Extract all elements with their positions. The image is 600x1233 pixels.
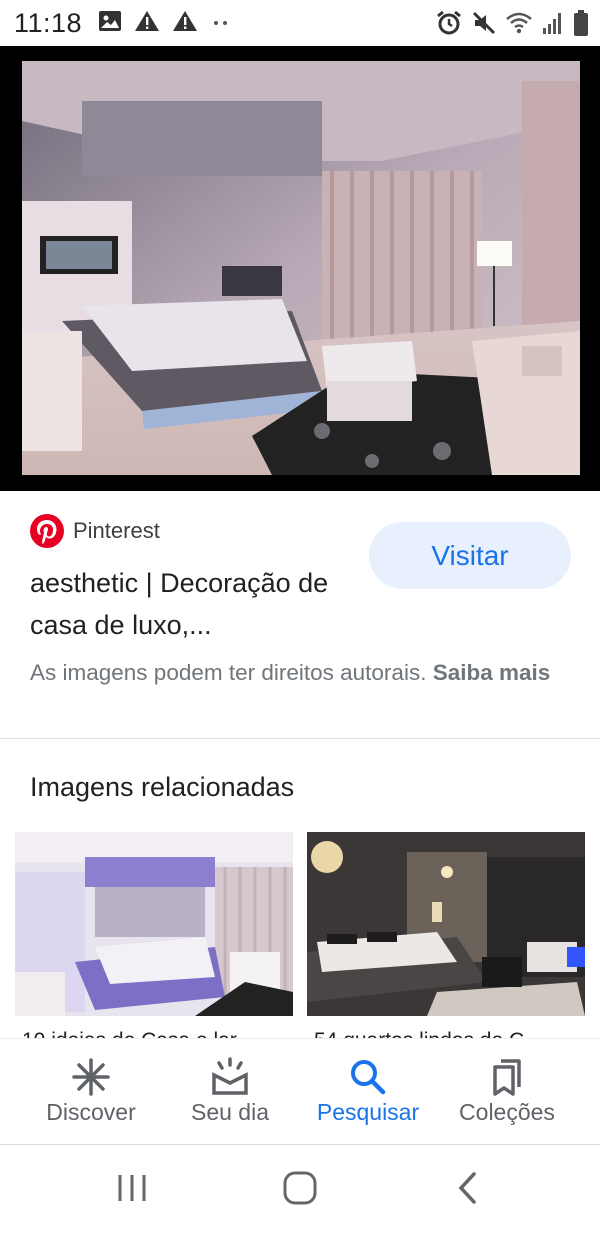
nav-pesquisar[interactable]: Pesquisar — [298, 1039, 438, 1145]
search-icon — [348, 1057, 388, 1097]
result-image[interactable] — [22, 61, 580, 475]
nav-label: Discover — [46, 1099, 136, 1125]
home-icon[interactable] — [283, 1171, 317, 1210]
visit-button[interactable]: Visitar — [369, 522, 571, 589]
warning-icon — [134, 10, 160, 37]
wifi-icon — [506, 11, 532, 40]
battery-icon — [574, 10, 588, 41]
image-icon — [98, 10, 122, 37]
copyright-notice: As imagens podem ter direitos autorais. … — [30, 656, 575, 689]
warning-icon — [172, 10, 198, 37]
bottom-navigation: Discover Seu dia Pesquisar Coleções — [0, 1038, 600, 1145]
nav-discover[interactable]: Discover — [21, 1039, 161, 1145]
copyright-text: As imagens podem ter direitos autorais. — [30, 660, 427, 685]
signal-icon — [542, 11, 564, 40]
pinterest-logo-icon — [30, 514, 64, 548]
nav-label: Pesquisar — [316, 1099, 420, 1125]
nav-seu-dia[interactable]: Seu dia — [160, 1039, 300, 1145]
related-images-heading: Imagens relacionadas — [30, 772, 295, 802]
nav-label: Seu dia — [190, 1099, 269, 1125]
recent-apps-icon[interactable] — [116, 1173, 148, 1208]
more-dots-icon — [210, 10, 232, 37]
source-name: Pinterest — [73, 518, 160, 543]
divider — [0, 738, 600, 739]
alarm-icon — [436, 10, 462, 41]
back-icon[interactable] — [456, 1171, 478, 1210]
related-image-2[interactable] — [307, 832, 585, 1016]
asterisk-icon — [71, 1057, 111, 1097]
bookmarks-icon — [487, 1057, 527, 1097]
result-title[interactable]: aesthetic | Decoração de casa de luxo,..… — [30, 562, 350, 646]
related-caption-2[interactable]: 54 quartos lindos de C — [314, 1026, 584, 1038]
mute-icon — [472, 11, 496, 40]
source-row[interactable]: Pinterest — [30, 514, 160, 548]
related-caption-1[interactable]: 10 ideias de Casa e lar — [22, 1026, 292, 1038]
status-bar: 11:18 — [0, 0, 600, 46]
sunrise-icon — [210, 1057, 250, 1097]
status-time: 11:18 — [14, 8, 83, 38]
image-viewer — [0, 46, 600, 491]
nav-label: Coleções — [459, 1099, 555, 1125]
related-image-1[interactable] — [15, 832, 293, 1016]
system-navigation-bar — [0, 1145, 600, 1233]
learn-more-link[interactable]: Saiba mais — [433, 660, 551, 685]
nav-colecoes[interactable]: Coleções — [437, 1039, 577, 1145]
